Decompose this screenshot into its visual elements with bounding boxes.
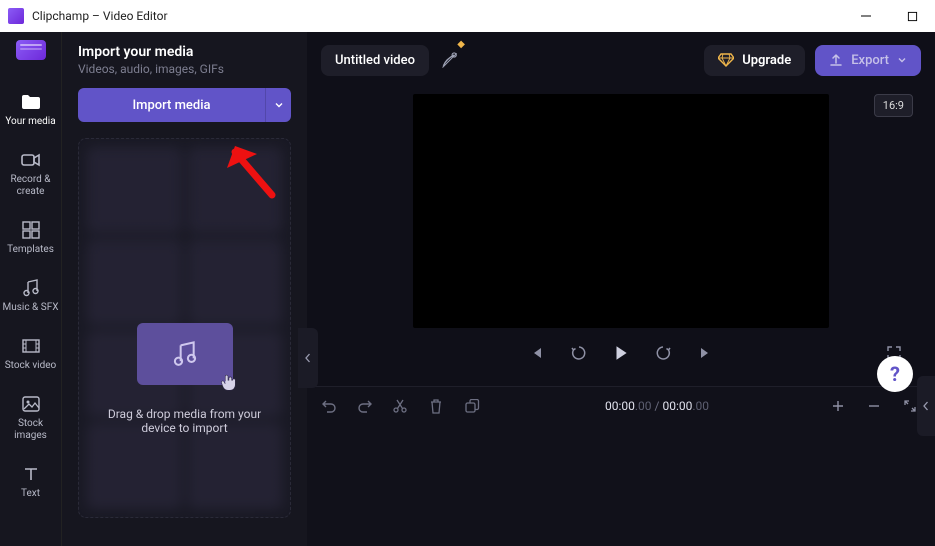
sidebar: Your media Record & create Templates Mus… [0, 32, 62, 546]
brand-logo-icon[interactable] [16, 40, 46, 60]
music-icon [172, 341, 198, 367]
question-icon: ? [890, 362, 900, 386]
import-media-button[interactable]: Import media [78, 88, 265, 122]
right-panel-collapse-handle[interactable] [917, 376, 935, 436]
window-maximize-button[interactable] [889, 0, 935, 32]
upgrade-label: Upgrade [742, 53, 791, 68]
help-button[interactable]: ? [877, 356, 913, 392]
export-label: Export [851, 53, 889, 68]
sidebar-item-stock-images[interactable]: Stock images [3, 386, 59, 450]
window-title: Clipchamp – Video Editor [32, 9, 168, 23]
sidebar-item-record-create[interactable]: Record & create [3, 142, 59, 206]
templates-icon [21, 220, 41, 240]
import-media-dropdown[interactable] [265, 88, 291, 122]
app-logo-icon [8, 8, 24, 24]
current-frac: .00 [635, 399, 652, 413]
editor-topbar: Untitled video ◆ Upgrade Export [307, 32, 935, 88]
chevron-left-icon [922, 401, 930, 411]
skip-start-button[interactable] [526, 342, 548, 364]
play-button[interactable] [610, 342, 632, 364]
sidebar-label: Stock video [5, 360, 57, 372]
chevron-down-icon [274, 100, 284, 110]
timeline-toolbar: 00:00.00 / 00:00.00 [307, 387, 935, 425]
sidebar-label: Music & SFX [3, 302, 59, 314]
timeline-zoom-out-button[interactable] [867, 399, 885, 413]
project-title-input[interactable]: Untitled video [321, 45, 429, 76]
sidebar-label: Templates [7, 244, 54, 256]
rewind-button[interactable] [568, 342, 590, 364]
total-time: 00:00 [662, 399, 692, 413]
video-preview[interactable] [413, 94, 829, 328]
forward-button[interactable] [652, 342, 674, 364]
upgrade-button[interactable]: Upgrade [704, 45, 805, 76]
diamond-badge-icon: ◆ [457, 39, 465, 50]
media-panel: Import your media Videos, audio, images,… [62, 32, 307, 546]
current-time: 00:00 [605, 399, 635, 413]
chevron-down-icon [897, 55, 907, 65]
sidebar-item-text[interactable]: Text [3, 456, 59, 508]
timeline-add-track-button[interactable] [831, 399, 849, 413]
sidebar-label: Record & create [3, 174, 59, 198]
dropzone-text: Drag & drop media from your device to im… [89, 395, 280, 435]
timeline-tracks[interactable] [307, 425, 935, 546]
transport-controls [307, 342, 935, 364]
window-titlebar: Clipchamp – Video Editor [0, 0, 935, 32]
total-frac: .00 [692, 399, 709, 413]
media-panel-subtitle: Videos, audio, images, GIFs [78, 62, 291, 76]
camera-icon [21, 150, 41, 170]
redo-button[interactable] [357, 399, 375, 413]
undo-button[interactable] [321, 399, 339, 413]
diamond-icon [718, 53, 734, 67]
sidebar-label: Text [21, 488, 40, 500]
split-button[interactable] [393, 398, 411, 414]
text-icon [21, 464, 41, 484]
aspect-ratio-badge[interactable]: 16:9 [874, 94, 913, 117]
sidebar-item-templates[interactable]: Templates [3, 212, 59, 264]
magic-wand-button[interactable]: ◆ [439, 49, 461, 71]
preview-area: 16:9 [307, 88, 935, 386]
upload-icon [829, 53, 843, 67]
music-icon [21, 278, 41, 298]
delete-button[interactable] [429, 398, 447, 414]
sidebar-label: Stock images [3, 418, 59, 442]
timeline: 00:00.00 / 00:00.00 [307, 386, 935, 546]
media-panel-title: Import your media [78, 44, 291, 60]
sidebar-item-music-sfx[interactable]: Music & SFX [3, 270, 59, 322]
media-drop-zone[interactable]: Drag & drop media from your device to im… [78, 138, 291, 518]
image-icon [21, 394, 41, 414]
export-button[interactable]: Export [815, 45, 921, 76]
timeline-time-display: 00:00.00 / 00:00.00 [501, 399, 813, 413]
window-minimize-button[interactable] [843, 0, 889, 32]
hand-cursor-icon [217, 371, 239, 393]
sidebar-item-your-media[interactable]: Your media [3, 84, 59, 136]
filmstrip-icon [21, 336, 41, 356]
dropzone-illustration [137, 323, 233, 385]
sparkle-slash-icon [440, 50, 460, 70]
duplicate-button[interactable] [465, 399, 483, 414]
sidebar-label: Your media [5, 116, 55, 128]
skip-end-button[interactable] [694, 342, 716, 364]
folder-icon [21, 92, 41, 112]
sidebar-item-stock-video[interactable]: Stock video [3, 328, 59, 380]
